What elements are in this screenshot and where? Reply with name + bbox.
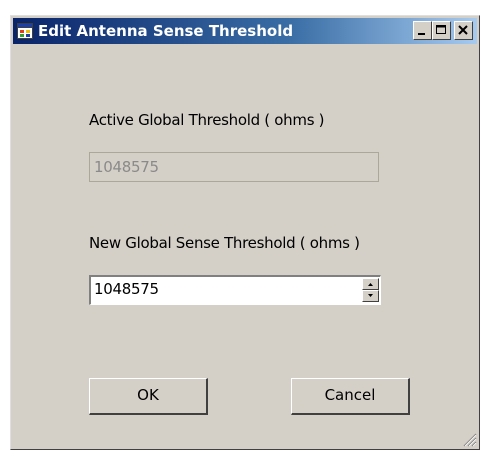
arrow-up-icon (368, 283, 373, 286)
spin-up-button[interactable] (362, 278, 379, 290)
close-icon (458, 25, 468, 35)
active-threshold-field: 1048575 (89, 152, 379, 182)
new-threshold-input[interactable]: 1048575 (94, 280, 159, 298)
maximize-icon (436, 25, 446, 34)
cancel-button[interactable]: Cancel (291, 378, 410, 415)
title-bar[interactable]: Edit Antenna Sense Threshold (13, 18, 477, 44)
app-window-icon[interactable] (17, 23, 33, 39)
spin-down-button[interactable] (362, 290, 379, 302)
dialog-window: Edit Antenna Sense Threshold Active Glob… (10, 15, 480, 450)
maximize-button[interactable] (432, 21, 451, 40)
active-threshold-label: Active Global Threshold ( ohms ) (89, 111, 325, 129)
window-title: Edit Antenna Sense Threshold (38, 22, 294, 40)
resize-grip-icon[interactable] (461, 431, 477, 447)
ok-button[interactable]: OK (89, 378, 208, 415)
new-threshold-label: New Global Sense Threshold ( ohms ) (89, 234, 360, 252)
minimize-icon (418, 33, 425, 35)
minimize-button[interactable] (413, 21, 432, 40)
arrow-down-icon (368, 294, 373, 297)
close-button[interactable] (454, 21, 473, 40)
new-threshold-stepper[interactable]: 1048575 (89, 275, 381, 305)
